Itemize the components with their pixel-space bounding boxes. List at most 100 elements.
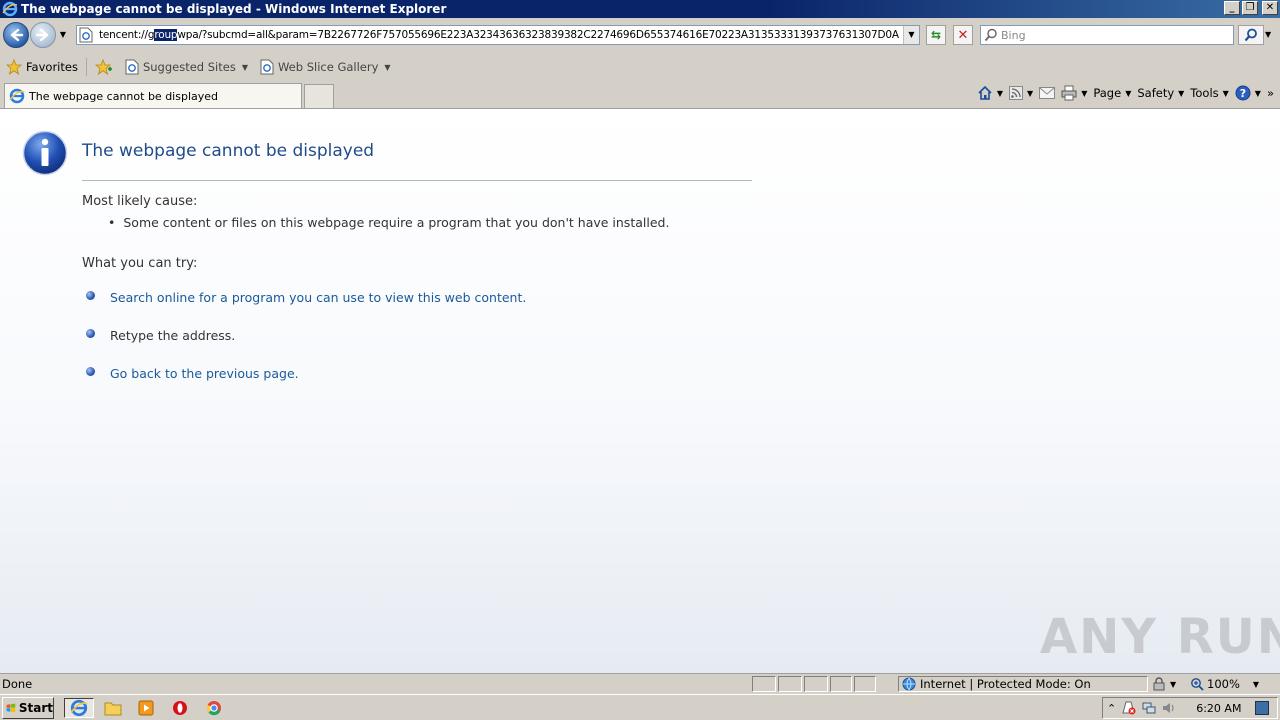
chevron-down-icon: ▼	[1170, 679, 1177, 689]
arrow-left-icon	[10, 28, 24, 42]
mail-button[interactable]	[1039, 87, 1056, 99]
taskbar: Start ⌃ 6:20 AM	[0, 694, 1280, 720]
navigation-bar: ▼ tencent://groupwpa/?subcmd=all&param=7…	[0, 18, 1280, 52]
ie-logo-icon	[70, 699, 88, 717]
status-cell	[752, 676, 776, 692]
search-button[interactable]	[1238, 25, 1264, 45]
address-dropdown-icon[interactable]: ▼	[903, 26, 919, 44]
zoom-level: 100%	[1207, 677, 1240, 691]
speaker-icon[interactable]	[1162, 701, 1176, 715]
feeds-button[interactable]: ▼	[1009, 86, 1033, 100]
page-menu[interactable]: Page ▼	[1093, 86, 1131, 100]
tab-label: The webpage cannot be displayed	[29, 89, 218, 103]
window-controls: _ ❐ ✕	[1224, 1, 1278, 15]
network-icon[interactable]	[1142, 701, 1156, 715]
taskbar-clock[interactable]: 6:20 AM	[1196, 702, 1241, 715]
status-cell	[854, 676, 876, 692]
tools-menu[interactable]: Tools ▼	[1190, 86, 1229, 100]
new-tab-button[interactable]	[304, 84, 334, 108]
ie-logo-icon	[9, 88, 25, 104]
try-heading: What you can try:	[82, 256, 198, 271]
search-input[interactable]: Bing	[980, 25, 1234, 45]
security-zone[interactable]: Internet | Protected Mode: On	[898, 676, 1148, 692]
help-menu[interactable]: ? ▼	[1235, 85, 1261, 101]
bullet-icon	[86, 291, 95, 300]
page-icon	[125, 59, 139, 75]
address-bar[interactable]: tencent://groupwpa/?subcmd=all&param=7B2…	[76, 25, 920, 45]
taskbar-opera-button[interactable]	[169, 698, 191, 718]
taskbar-explorer-button[interactable]	[102, 698, 124, 718]
window-title: The webpage cannot be displayed - Window…	[21, 2, 447, 16]
address-prefix: tencent://g	[99, 29, 155, 41]
chevron-down-icon: ▼	[1178, 88, 1185, 98]
taskbar-ie-button[interactable]	[64, 698, 94, 718]
ie-logo-icon	[2, 1, 18, 17]
go-back-text: Go back to the previous page.	[110, 366, 299, 381]
refresh-button[interactable]: ⇆	[926, 25, 946, 45]
restore-button[interactable]: ❐	[1242, 1, 1258, 15]
chevron-down-icon: ▼	[384, 62, 391, 72]
zoom-control[interactable]: 100% ▼	[1190, 676, 1266, 692]
chevron-down-icon: ▼	[241, 62, 248, 72]
action-center-warning-icon[interactable]	[1122, 701, 1136, 715]
opera-icon	[173, 701, 187, 715]
add-to-favorites-button[interactable]	[89, 59, 119, 75]
history-dropdown-icon[interactable]: ▼	[58, 30, 68, 40]
status-cell	[804, 676, 828, 692]
favorites-divider	[85, 58, 87, 76]
close-button[interactable]: ✕	[1262, 1, 1278, 15]
search-options-icon[interactable]: ▼	[1265, 30, 1271, 39]
windows-logo-icon	[6, 703, 16, 713]
printer-icon	[1061, 85, 1077, 101]
search-online-text: Search online for a program you can use …	[110, 290, 527, 305]
chevron-down-icon: ▼	[1125, 88, 1132, 98]
system-tray: ⌃ 6:20 AM	[1102, 697, 1278, 719]
home-icon	[978, 85, 992, 100]
search-online-link[interactable]: Search online for a program you can use …	[86, 290, 526, 305]
suggested-sites-link[interactable]: Suggested Sites ▼	[119, 59, 254, 75]
taskbar-chrome-button[interactable]	[203, 698, 225, 718]
chevron-right-icon: »	[1266, 86, 1274, 100]
title-divider	[82, 180, 752, 181]
chrome-icon	[206, 701, 221, 716]
bullet-icon	[86, 367, 95, 376]
protected-mode-button[interactable]: ▼	[1152, 676, 1188, 692]
minimize-button[interactable]: _	[1224, 1, 1240, 15]
back-button[interactable]	[3, 22, 29, 48]
more-commands-button[interactable]: »	[1267, 86, 1274, 100]
zoom-icon	[1191, 678, 1204, 691]
star-icon	[6, 59, 22, 75]
address-selection: roup	[154, 29, 178, 41]
web-slice-gallery-link[interactable]: Web Slice Gallery ▼	[254, 59, 397, 75]
show-desktop-button[interactable]	[1255, 701, 1270, 715]
refresh-icon: ⇆	[930, 28, 942, 42]
chevron-down-icon: ▼	[1081, 88, 1088, 98]
print-button[interactable]: ▼	[1061, 85, 1087, 101]
tab-active[interactable]: The webpage cannot be displayed	[4, 83, 302, 108]
suggested-sites-label: Suggested Sites	[142, 60, 236, 74]
show-hidden-icons-icon[interactable]: ⌃	[1107, 702, 1116, 715]
safety-menu[interactable]: Safety ▼	[1137, 86, 1184, 100]
search-placeholder: Bing	[1001, 28, 1026, 42]
magnifier-icon	[984, 28, 998, 42]
close-icon: ✕	[957, 27, 969, 43]
chevron-down-icon: ▼	[996, 88, 1004, 98]
chevron-down-icon: ▼	[1254, 88, 1261, 98]
page-title: The webpage cannot be displayed	[82, 141, 375, 161]
favorites-button[interactable]: Favorites	[0, 59, 84, 75]
taskbar-media-player-button[interactable]	[135, 698, 157, 718]
tab-bar: The webpage cannot be displayed ▼ ▼ ▼ Pa…	[0, 82, 1280, 108]
page-icon	[79, 27, 95, 43]
page-content: The webpage cannot be displayed Most lik…	[0, 108, 1280, 673]
forward-button[interactable]	[30, 22, 56, 48]
svg-text:?: ?	[1240, 87, 1246, 100]
status-cell	[778, 676, 802, 692]
go-back-link[interactable]: Go back to the previous page.	[86, 366, 299, 381]
start-label: Start	[18, 701, 53, 715]
home-button[interactable]: ▼	[977, 85, 1003, 101]
start-button[interactable]: Start	[2, 697, 54, 719]
rss-icon	[1009, 86, 1024, 100]
chevron-down-icon: ▼	[1252, 679, 1260, 689]
address-suffix: wpa/?subcmd=all&param=7B2267726F75705569…	[177, 29, 899, 41]
stop-button[interactable]: ✕	[953, 25, 973, 45]
